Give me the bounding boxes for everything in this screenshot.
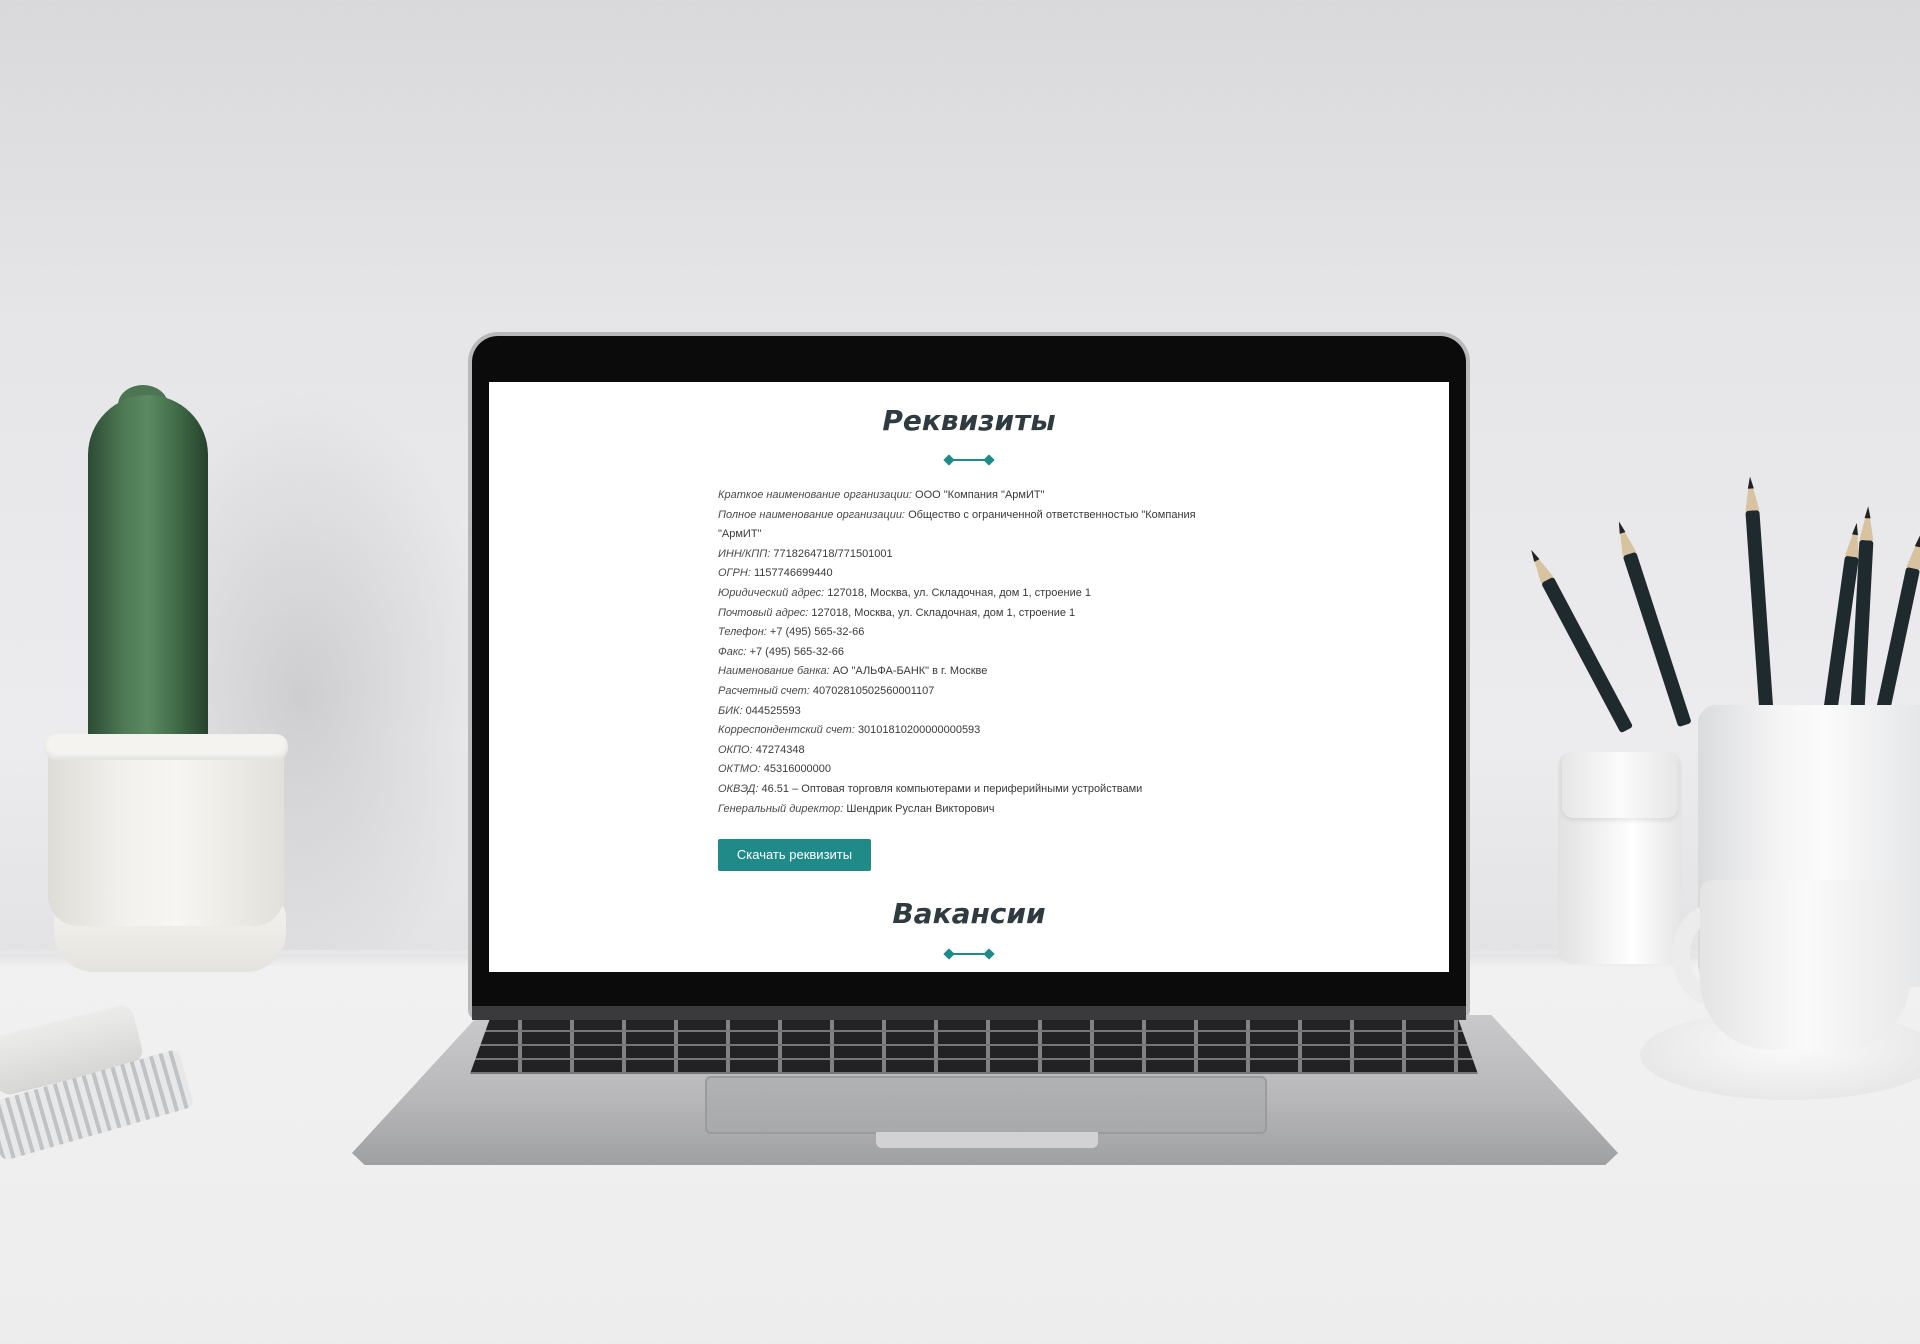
detail-row-corr-account: Корреспондентский счет: 3010181020000000… — [718, 724, 981, 737]
detail-row-full-name: Полное наименование организации: Обществ… — [718, 508, 1196, 541]
pencil-icon — [1875, 566, 1920, 717]
requisites-details: Краткое наименование организации: ООО "К… — [718, 486, 1238, 819]
detail-row-bank: Наименование банка: АО "АЛЬФА-БАНК" в г.… — [718, 665, 988, 678]
vacancies-title: Вакансии — [892, 897, 1046, 930]
cactus-plant — [88, 395, 208, 755]
laptop-screen: Реквизиты Краткое наименование организац… — [489, 382, 1449, 972]
detail-row-bik: БИК: 044525593 — [718, 704, 801, 717]
pencil-icon — [1622, 551, 1692, 728]
coffee-cup — [1700, 880, 1910, 1050]
bottle-cap — [1562, 752, 1678, 818]
detail-row-postal-address: Почтовый адрес: 127018, Москва, ул. Скла… — [718, 606, 1076, 619]
detail-row-oktmo: ОКТМО: 45316000000 — [718, 763, 832, 776]
detail-row-short-name: Краткое наименование организации: ООО "К… — [718, 489, 1045, 501]
requisites-title: Реквизиты — [882, 404, 1056, 437]
pencil-icon — [1541, 576, 1634, 734]
pencil-icon — [1745, 510, 1774, 721]
plant-pot-rim — [44, 734, 288, 760]
laptop-keyboard — [470, 1018, 1478, 1074]
laptop-notch — [876, 1132, 1098, 1148]
detail-row-phone: Телефон: +7 (495) 565-32-66 — [718, 626, 865, 639]
plant-pot — [48, 736, 284, 926]
detail-row-ogrn: ОГРН: 1157746699440 — [718, 567, 833, 580]
vacancies-divider — [947, 953, 991, 955]
detail-row-okved: ОКВЭД: 46.51 – Оптовая торговля компьюте… — [718, 782, 1143, 795]
laptop-trackpad — [705, 1076, 1267, 1134]
detail-row-legal-address: Юридический адрес: 127018, Москва, ул. С… — [718, 586, 1092, 599]
detail-row-okpo: ОКПО: 47274348 — [718, 743, 805, 756]
detail-row-director: Генеральный директор: Шендрик Руслан Вик… — [718, 802, 995, 815]
download-requisites-button[interactable]: Скачать реквизиты — [718, 839, 871, 871]
detail-row-fax: Факс: +7 (495) 565-32-66 — [718, 645, 845, 658]
detail-row-inn: ИНН/КПП: 7718264718/771501001 — [718, 547, 893, 560]
detail-row-account: Расчетный счет: 40702810502560001107 — [718, 684, 935, 697]
laptop-hinge — [472, 1006, 1466, 1020]
title-divider — [947, 459, 991, 461]
